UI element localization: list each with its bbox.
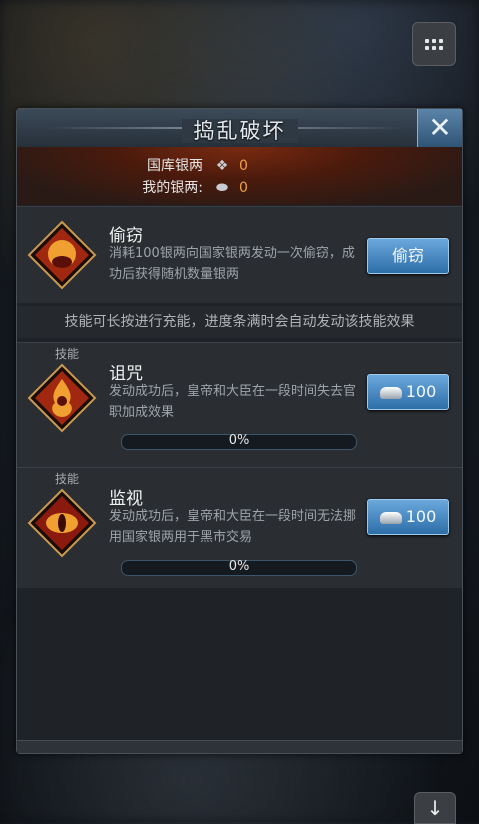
national-silver-label: 国库银两 [147, 158, 203, 174]
my-silver-value: 0 [239, 180, 248, 196]
curse-cost: 100 [405, 382, 437, 401]
surveillance-progress-bar[interactable]: 0% [121, 559, 357, 576]
steal-button[interactable]: 偷窃 [367, 238, 449, 274]
skill-tag: 技能 [55, 472, 80, 486]
close-icon: ✕ [428, 111, 452, 144]
curse-progress-text: 0% [228, 433, 250, 448]
steal-section: 偷窃 消耗100银两向国家银两发动一次偷窃，成功后获得随机数量银两 偷窃 [17, 206, 462, 303]
my-silver-label: 我的银两: [142, 180, 203, 196]
silver-ingot-icon: ⬬ [216, 180, 228, 196]
treasury-info: 国库银两 ❖ 0 我的银两: ⬬ 0 [17, 147, 462, 205]
grid-menu-icon [425, 38, 443, 50]
thief-icon [27, 220, 97, 290]
panel-title: 捣乱破坏 [181, 119, 298, 143]
curse-icon[interactable] [27, 363, 97, 433]
my-silver-row: 我的银两: ⬬ 0 [127, 177, 248, 197]
surveillance-description: 发动成功后，皇帝和大臣在一段时间无法挪用国家银两用于黑市交易 [109, 509, 357, 545]
panel-footer [17, 740, 462, 753]
sabotage-panel: 捣乱破坏 ✕ 国库银两 ❖ 0 我的银两: ⬬ 0 偷窃 消耗100银两向国家银两发动一… [16, 108, 463, 754]
steal-description: 消耗100银两向国家银两发动一次偷窃，成功后获得随机数量银两 [109, 246, 355, 282]
skill-curse: 技能 诅咒 发动成功后，皇帝和大臣在一段时间失去官职加成效果 100 0% [17, 342, 462, 467]
crystal-icon: ❖ [215, 158, 229, 174]
curse-cost-button[interactable]: 100 [367, 374, 449, 410]
skill-surveillance: 技能 监视 发动成功后，皇帝和大臣在一段时间无法挪用国家银两用于黑市交易 100… [17, 467, 462, 588]
surveillance-cost: 100 [405, 507, 437, 526]
menu-button[interactable] [412, 22, 456, 66]
scroll-down-button[interactable]: ↓ [414, 792, 456, 824]
close-button[interactable]: ✕ [417, 109, 462, 147]
silver-ingot-icon [379, 386, 402, 399]
curse-description: 发动成功后，皇帝和大臣在一段时间失去官职加成效果 [109, 384, 357, 420]
national-silver-value: 0 [239, 158, 248, 174]
silver-ingot-icon [379, 511, 402, 524]
eye-icon[interactable] [27, 488, 97, 558]
arrow-down-icon: ↓ [426, 796, 444, 820]
charge-tip: 技能可长按进行充能，进度条满时会自动发动该技能效果 [17, 306, 462, 338]
curse-progress-bar[interactable]: 0% [121, 433, 357, 450]
national-silver-row: 国库银两 ❖ 0 [127, 155, 248, 175]
surveillance-cost-button[interactable]: 100 [367, 499, 449, 535]
surveillance-progress-text: 0% [228, 559, 250, 574]
title-bar: 捣乱破坏 ✕ [17, 109, 462, 148]
skill-tag: 技能 [55, 347, 80, 361]
